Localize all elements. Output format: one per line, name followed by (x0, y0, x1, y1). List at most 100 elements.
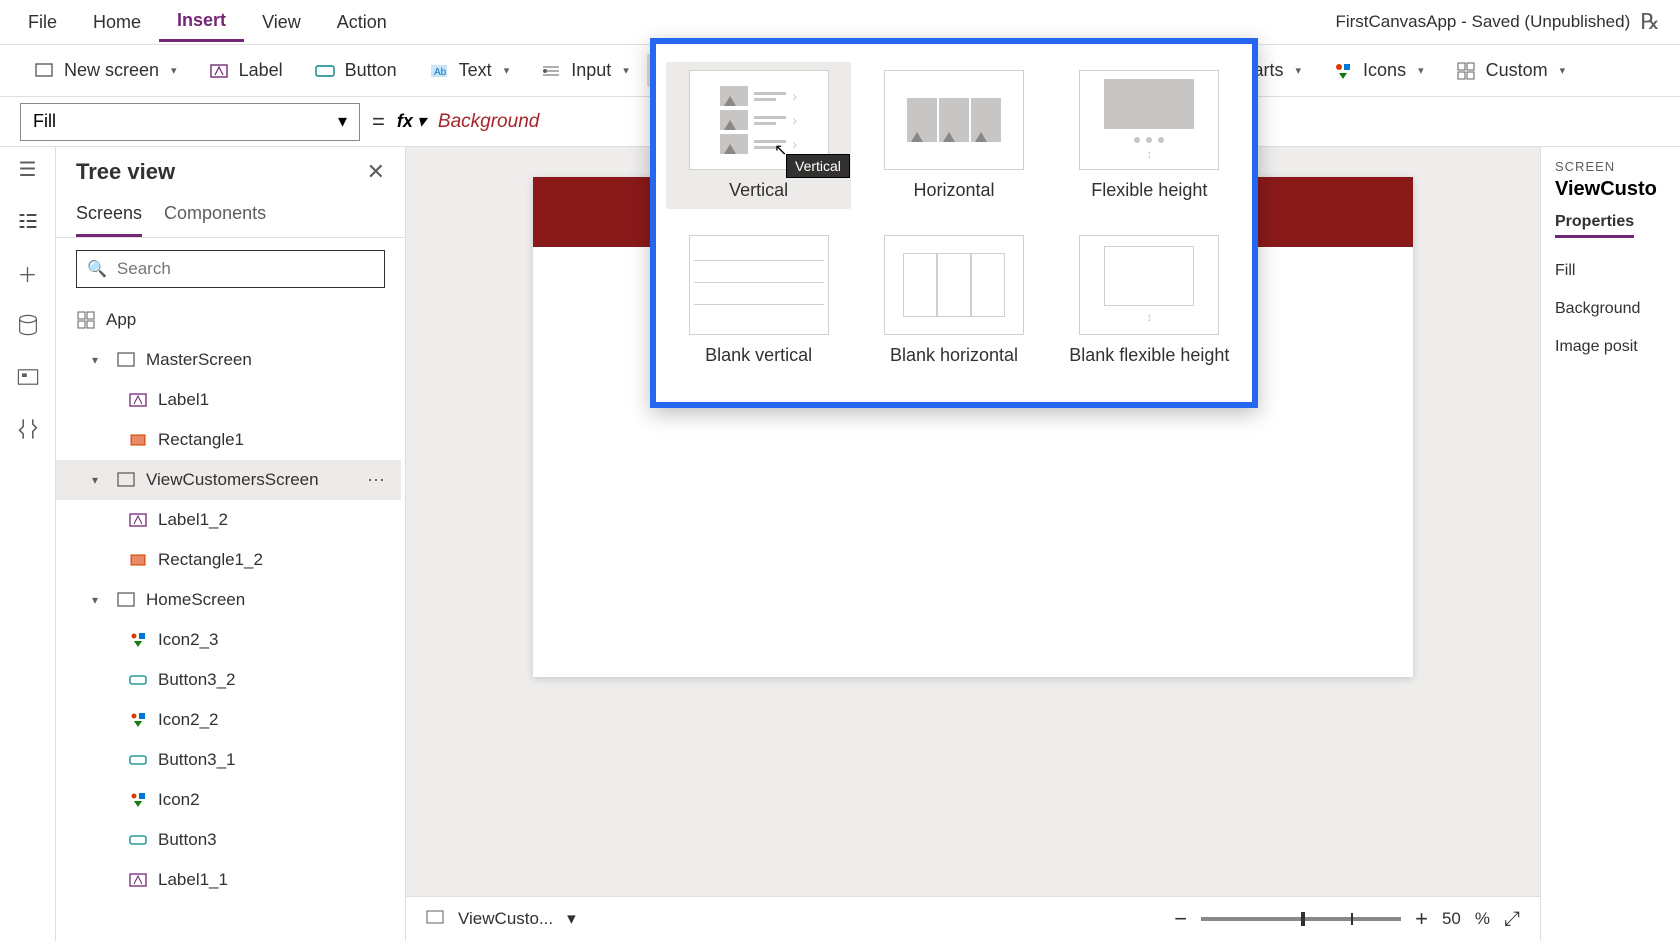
chevron-icon[interactable]: ▾ (92, 353, 106, 367)
tree-node-icon2_3[interactable]: Icon2_3 (56, 620, 401, 660)
label-icon (128, 511, 148, 529)
prop-fill[interactable]: Fill (1555, 252, 1680, 290)
gallery-option-blank-vertical[interactable]: Blank vertical (666, 227, 851, 374)
search-input[interactable] (117, 259, 374, 279)
tools-icon[interactable] (16, 417, 40, 441)
hamburger-icon[interactable]: ☰ (16, 157, 40, 181)
close-icon[interactable]: ✕ (367, 159, 385, 185)
rect-icon (128, 551, 148, 569)
fit-screen-icon[interactable]: ⤢ (1504, 908, 1520, 931)
menu-home[interactable]: Home (75, 4, 159, 41)
gallery-grid: › › › Vertical ↖ Vertical Horizontal ↕ F… (666, 62, 1242, 374)
icons-button[interactable]: Icons ▾ (1319, 54, 1438, 87)
tree-node-masterscreen[interactable]: ▾MasterScreen (56, 340, 401, 380)
input-button[interactable]: Input ▾ (527, 54, 643, 87)
chevron-down-icon: ▾ (1560, 64, 1566, 77)
chevron-down-icon: ▾ (171, 64, 177, 77)
chevron-icon[interactable]: ▾ (92, 593, 106, 607)
screen-icon (116, 591, 136, 609)
button-icon (128, 831, 148, 849)
tree-node-label: ViewCustomersScreen (146, 470, 319, 490)
tree-tabs: Screens Components (56, 189, 405, 238)
data-icon[interactable] (16, 313, 40, 337)
properties-tab[interactable]: Properties (1555, 213, 1634, 238)
chevron-down-icon: ▾ (504, 64, 510, 77)
tab-components[interactable]: Components (164, 197, 266, 237)
tab-screens[interactable]: Screens (76, 197, 142, 237)
gallery-option-horizontal[interactable]: Horizontal (861, 62, 1046, 209)
tree-node-label: Button3_1 (158, 750, 236, 770)
prop-background[interactable]: Background (1555, 290, 1680, 328)
text-label: Text (459, 60, 492, 81)
tree-node-button3_1[interactable]: Button3_1 (56, 740, 401, 780)
menu-file[interactable]: File (10, 4, 75, 41)
label-label: Label (239, 60, 283, 81)
gallery-option-blank-flexible[interactable]: ↕ Blank flexible height (1057, 227, 1242, 374)
gallery-option-flexible-height[interactable]: ↕ Flexible height (1057, 62, 1242, 209)
button-button[interactable]: Button (301, 54, 411, 87)
tree-node-rectangle1[interactable]: Rectangle1 (56, 420, 401, 460)
icon-icon (128, 791, 148, 809)
status-bar: ViewCusto... ▾ − + 50 % ⤢ (406, 896, 1540, 941)
fx-button[interactable]: fx ▾ (397, 111, 426, 132)
tree-search[interactable]: 🔍 (76, 250, 385, 288)
icon-icon (128, 711, 148, 729)
zoom-out-button[interactable]: − (1174, 906, 1187, 932)
tree-node-homescreen[interactable]: ▾ HomeScreen (56, 580, 401, 620)
tree-node-label: Label1 (158, 390, 209, 410)
menu-action[interactable]: Action (319, 4, 405, 41)
button-icon (128, 671, 148, 689)
app-checker-icon[interactable]: ℞ (1640, 9, 1660, 35)
properties-section-label: SCREEN (1555, 159, 1680, 174)
more-icon[interactable]: ⋯ (367, 470, 387, 491)
gallery-thumb-blank-vertical (689, 235, 829, 335)
tree-node-viewcustomersscreen[interactable]: ▾ ViewCustomersScreen ⋯ (56, 460, 401, 500)
input-label: Input (571, 60, 611, 81)
zoom-slider[interactable] (1201, 917, 1401, 921)
status-screen-name[interactable]: ViewCusto... (458, 909, 553, 929)
tree-header: Tree view ✕ (56, 147, 405, 189)
icons-icon (1333, 61, 1353, 81)
custom-label: Custom (1486, 60, 1548, 81)
label-icon (128, 871, 148, 889)
tree-node-button3_2[interactable]: Button3_2 (56, 660, 401, 700)
screen-select-icon (426, 909, 444, 929)
custom-button[interactable]: Custom ▾ (1442, 54, 1580, 87)
chevron-down-icon[interactable]: ▾ (567, 909, 576, 929)
menu-insert[interactable]: Insert (159, 2, 244, 42)
gallery-thumb-flexible: ↕ (1079, 70, 1219, 170)
tree-node-button3[interactable]: Button3 (56, 820, 401, 860)
tree-node-icon2_2[interactable]: Icon2_2 (56, 700, 401, 740)
tree-node-label1_1[interactable]: Label1_1 (56, 860, 401, 900)
tree-node-app[interactable]: App (56, 300, 401, 340)
gallery-label-flexible: Flexible height (1091, 180, 1207, 201)
gallery-option-vertical[interactable]: › › › Vertical ↖ Vertical (666, 62, 851, 209)
app-icon (76, 311, 96, 329)
label-button[interactable]: Label (195, 54, 297, 87)
zoom-in-button[interactable]: + (1415, 906, 1428, 932)
menu-view[interactable]: View (244, 4, 319, 41)
tree-node-label1_2[interactable]: Label1_2 (56, 500, 401, 540)
fx-label: fx (397, 111, 413, 132)
gallery-option-blank-horizontal[interactable]: Blank horizontal (861, 227, 1046, 374)
prop-image-position[interactable]: Image posit (1555, 328, 1680, 366)
tree-view-panel: Tree view ✕ Screens Components 🔍 App▾Mas… (56, 147, 406, 941)
tree-view-icon[interactable] (16, 209, 40, 233)
media-rail-icon[interactable] (16, 365, 40, 389)
tree-node-label1[interactable]: Label1 (56, 380, 401, 420)
tree-list: App▾MasterScreen Label1 Rectangle1 ▾ ViewCus… (56, 300, 405, 941)
tree-node-rectangle1_2[interactable]: Rectangle1_2 (56, 540, 401, 580)
tree-node-label: Label1_2 (158, 510, 228, 530)
property-selector[interactable]: Fill ▾ (20, 103, 360, 141)
chevron-down-icon: ▾ (623, 64, 629, 77)
tree-node-label: Rectangle1 (158, 430, 244, 450)
icons-label: Icons (1363, 60, 1406, 81)
tree-node-label: HomeScreen (146, 590, 245, 610)
properties-panel: SCREEN ViewCusto Properties Fill Backgro… (1540, 147, 1680, 941)
tree-node-icon2[interactable]: Icon2 (56, 780, 401, 820)
new-screen-button[interactable]: New screen ▾ (20, 54, 191, 87)
formula-expression[interactable]: Background (438, 111, 539, 133)
add-icon[interactable]: ＋ (16, 261, 40, 285)
text-button[interactable]: Ab Text ▾ (415, 54, 524, 87)
chevron-icon[interactable]: ▾ (92, 473, 106, 487)
